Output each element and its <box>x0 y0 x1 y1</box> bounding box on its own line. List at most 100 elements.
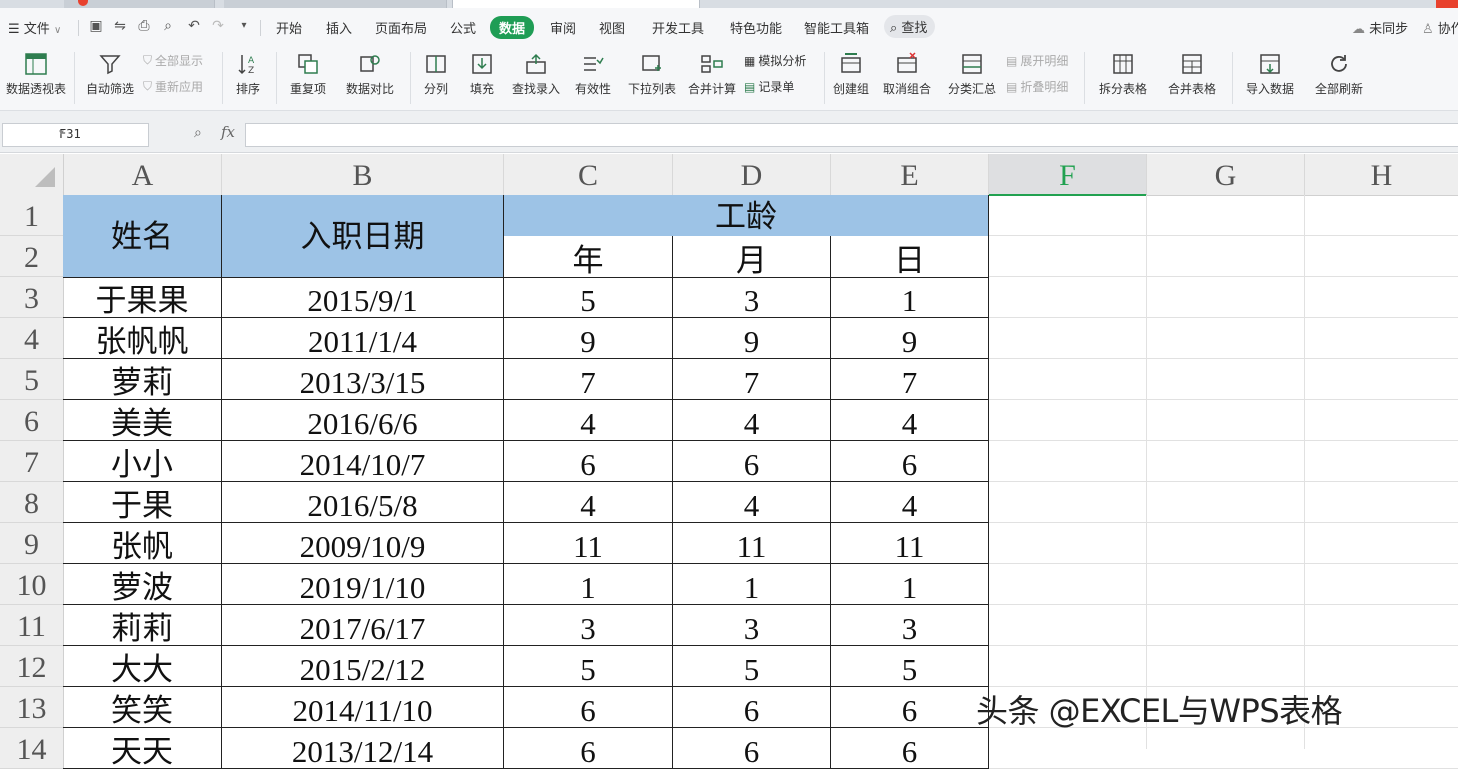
duplicates-button[interactable]: 重复项 <box>284 52 332 97</box>
formula-input[interactable] <box>245 123 1458 147</box>
tab-data[interactable]: 数据 <box>490 16 535 39</box>
cell-year[interactable]: 11 <box>504 523 673 564</box>
cell-month[interactable]: 7 <box>673 359 831 400</box>
row-header[interactable]: 4 <box>0 318 64 359</box>
column-header-h[interactable]: H <box>1305 154 1458 196</box>
cell-hire-date[interactable]: 2016/5/8 <box>222 482 504 523</box>
create-group-button[interactable]: 创建组 <box>830 52 872 97</box>
row-header[interactable]: 10 <box>0 564 64 605</box>
text-to-columns-button[interactable]: 分列 <box>418 52 454 97</box>
customize-dropdown-icon[interactable]: ▾ <box>236 18 252 34</box>
document-tab[interactable] <box>224 0 447 8</box>
cell-day[interactable]: 7 <box>831 359 989 400</box>
sync-status[interactable]: ☁ 未同步 <box>1352 18 1408 37</box>
cell-year[interactable]: 6 <box>504 687 673 728</box>
lookup-entry-button[interactable]: 查找录入 <box>510 52 562 97</box>
tab-page-layout[interactable]: 页面布局 <box>375 18 427 37</box>
zoom-formula-icon[interactable]: ⌕ <box>194 125 202 141</box>
file-menu[interactable]: ☰ 文件 ∨ <box>8 18 61 37</box>
column-header-e[interactable]: E <box>831 154 989 196</box>
cell-hire-date[interactable]: 2013/3/15 <box>222 359 504 400</box>
header-day[interactable]: 日 <box>831 236 989 278</box>
cell-hire-date[interactable]: 2015/2/12 <box>222 646 504 687</box>
tab-formulas[interactable]: 公式 <box>450 18 476 37</box>
cell-name[interactable]: 笑笑 <box>63 687 222 728</box>
row-header[interactable]: 1 <box>0 195 64 236</box>
search-box[interactable]: ⌕ 查找 <box>884 15 936 38</box>
row-header[interactable]: 9 <box>0 523 64 564</box>
cell-hire-date[interactable]: 2016/6/6 <box>222 400 504 441</box>
row-header[interactable]: 3 <box>0 277 64 318</box>
cell-name[interactable]: 萝波 <box>63 564 222 605</box>
subtotal-button[interactable]: 分类汇总 <box>946 52 998 97</box>
row-header[interactable]: 12 <box>0 646 64 687</box>
cell-year[interactable]: 4 <box>504 400 673 441</box>
cell-month[interactable]: 11 <box>673 523 831 564</box>
cell-day[interactable]: 4 <box>831 482 989 523</box>
cell-month[interactable]: 4 <box>673 400 831 441</box>
window-control-icon[interactable] <box>1436 0 1458 8</box>
reapply-button[interactable]: ⛉ 重新应用 <box>143 78 203 95</box>
collapse-detail-button[interactable]: ▤ 折叠明细 <box>1006 78 1068 95</box>
cell-name[interactable]: 于果 <box>63 482 222 523</box>
autofilter-button[interactable]: 自动筛选 <box>84 52 136 97</box>
print-icon[interactable]: ⎙ <box>136 18 152 34</box>
header-year[interactable]: 年 <box>504 236 673 278</box>
cell-hire-date[interactable]: 2011/1/4 <box>222 318 504 359</box>
cell-hire-date[interactable]: 2014/11/10 <box>222 687 504 728</box>
tab-insert[interactable]: 插入 <box>326 18 352 37</box>
cell-hire-date[interactable]: 2015/9/1 <box>222 277 504 318</box>
split-table-button[interactable]: 拆分表格 <box>1094 52 1152 97</box>
cell-month[interactable]: 9 <box>673 318 831 359</box>
cell-day[interactable]: 6 <box>831 687 989 728</box>
save-icon[interactable]: ▣ <box>88 18 104 34</box>
row-header[interactable]: 8 <box>0 482 64 523</box>
cell-day[interactable]: 6 <box>831 441 989 482</box>
collaborate-button[interactable]: ♙ 协作 <box>1422 18 1458 37</box>
cell-year[interactable]: 5 <box>504 277 673 318</box>
cell-name[interactable]: 张帆帆 <box>63 318 222 359</box>
cell-day[interactable]: 9 <box>831 318 989 359</box>
select-all-corner[interactable] <box>0 154 64 196</box>
undo-icon[interactable]: ↶ <box>186 18 202 34</box>
cell-month[interactable]: 6 <box>673 441 831 482</box>
row-header[interactable]: 2 <box>0 236 64 277</box>
cell-year[interactable]: 9 <box>504 318 673 359</box>
dropdown-list-button[interactable]: 下拉列表 <box>626 52 678 97</box>
cell-name[interactable]: 于果果 <box>63 277 222 318</box>
cell-day[interactable]: 1 <box>831 564 989 605</box>
refresh-all-button[interactable]: 全部刷新 <box>1308 52 1370 97</box>
column-header-a[interactable]: A <box>64 154 222 196</box>
column-header-d[interactable]: D <box>673 154 831 196</box>
import-data-button[interactable]: 导入数据 <box>1240 52 1300 97</box>
cell-day[interactable]: 4 <box>831 400 989 441</box>
sort-button[interactable]: AZ 排序 <box>228 52 268 97</box>
row-header[interactable]: 5 <box>0 359 64 400</box>
fill-button[interactable]: 填充 <box>464 52 500 97</box>
tab-home[interactable]: 开始 <box>276 18 302 37</box>
cell-year[interactable]: 6 <box>504 441 673 482</box>
what-if-analysis-button[interactable]: ▦ 模拟分析 <box>744 52 806 69</box>
header-seniority[interactable]: 工龄 <box>504 195 989 236</box>
cell-month[interactable]: 4 <box>673 482 831 523</box>
document-tab-active[interactable] <box>452 0 700 8</box>
cell-name[interactable]: 小小 <box>63 441 222 482</box>
column-header-g[interactable]: G <box>1147 154 1305 196</box>
column-header-c[interactable]: C <box>504 154 673 196</box>
tab-review[interactable]: 审阅 <box>550 18 576 37</box>
tab-view[interactable]: 视图 <box>599 18 625 37</box>
cell-hire-date[interactable]: 2009/10/9 <box>222 523 504 564</box>
cell-name[interactable]: 张帆 <box>63 523 222 564</box>
cell-year[interactable]: 5 <box>504 646 673 687</box>
cell-name[interactable]: 美美 <box>63 400 222 441</box>
print-preview-icon[interactable]: ⌕ <box>160 18 176 34</box>
ungroup-button[interactable]: 取消组合 <box>878 52 936 97</box>
cell-month[interactable]: 3 <box>673 605 831 646</box>
data-compare-button[interactable]: 数据对比 <box>340 52 400 97</box>
header-name[interactable]: 姓名 <box>63 195 222 278</box>
insert-function-icon[interactable]: fx <box>221 123 235 141</box>
cell-day[interactable]: 3 <box>831 605 989 646</box>
merge-table-button[interactable]: 合并表格 <box>1162 52 1222 97</box>
row-header[interactable]: 13 <box>0 687 64 728</box>
cell-year[interactable]: 3 <box>504 605 673 646</box>
